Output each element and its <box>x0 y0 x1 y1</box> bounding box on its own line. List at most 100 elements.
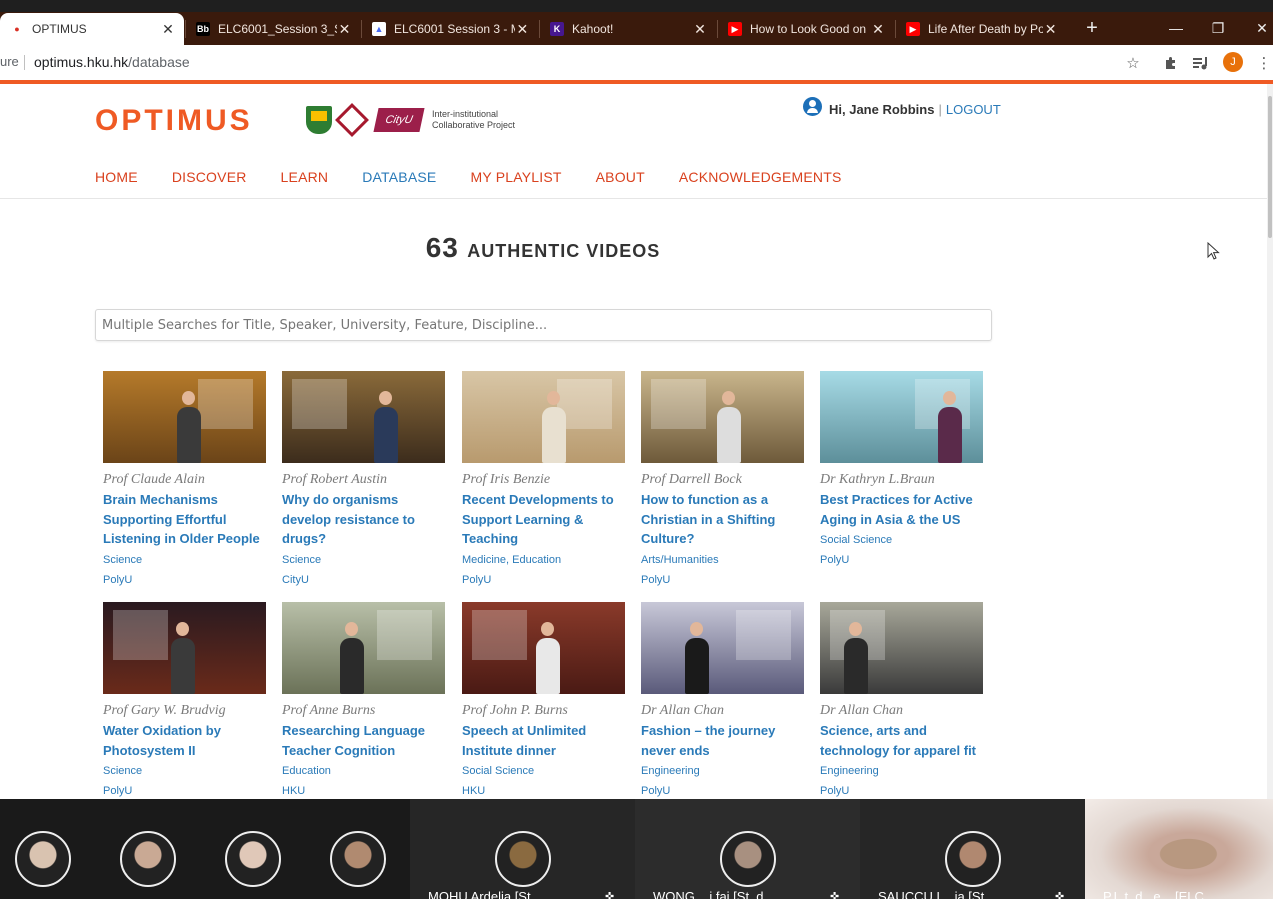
video-card[interactable]: Prof Anne Burns Researching Language Teac… <box>282 602 445 799</box>
discipline-tag[interactable]: Arts/Humanities <box>641 550 804 570</box>
video-title-link[interactable]: How to function as a Christian in a Shif… <box>641 490 804 549</box>
search-input[interactable] <box>95 309 992 341</box>
discipline-tag[interactable]: Science <box>103 550 266 570</box>
university-tag[interactable]: PolyU <box>820 781 983 799</box>
nav-learn[interactable]: LEARN <box>281 169 329 185</box>
participant-avatar[interactable] <box>945 831 1001 887</box>
close-tab-icon[interactable]: ✕ <box>160 21 176 38</box>
participant-avatar[interactable] <box>15 831 71 887</box>
participant-avatar[interactable] <box>330 831 386 887</box>
participant-video[interactable] <box>1085 799 1273 899</box>
participant-avatar[interactable] <box>120 831 176 887</box>
video-card[interactable]: Prof Robert Austin Why do organisms devel… <box>282 371 445 590</box>
video-title-link[interactable]: Best Practices for Active Aging in Asia … <box>820 490 983 529</box>
video-title-link[interactable]: Science, arts and technology for apparel… <box>820 721 983 760</box>
page-scrollbar-thumb[interactable] <box>1268 96 1272 238</box>
participant-avatar[interactable] <box>495 831 551 887</box>
video-title-link[interactable]: Why do organisms develop resistance to d… <box>282 490 445 549</box>
browser-tab[interactable]: ▶ How to Look Good on ✕ <box>718 13 894 45</box>
video-thumbnail[interactable] <box>641 371 804 463</box>
browser-tab[interactable]: ▲ ELC6001 Session 3 - M ✕ <box>362 13 538 45</box>
url-field[interactable]: optimus.hku.hk/database <box>34 54 190 70</box>
discipline-tag[interactable]: Social Science <box>462 761 625 781</box>
participant-avatar[interactable] <box>225 831 281 887</box>
video-title-link[interactable]: Fashion – the journey never ends <box>641 721 804 760</box>
video-thumbnail[interactable] <box>462 602 625 694</box>
partners-caption: Inter-institutional Collaborative Projec… <box>432 109 515 131</box>
close-tab-icon[interactable]: ✕ <box>870 21 886 38</box>
video-card[interactable]: Dr Allan Chan Fashion – the journey never… <box>641 602 804 799</box>
video-title-link[interactable]: Researching Language Teacher Cognition <box>282 721 445 760</box>
speaker-head <box>345 622 358 636</box>
browser-tab[interactable]: ▶ Life After Death by Pow ✕ <box>896 13 1066 45</box>
close-tab-icon[interactable]: ✕ <box>515 21 530 38</box>
close-window-icon[interactable]: ✕ <box>1240 13 1273 43</box>
maximize-icon[interactable]: ❐ <box>1196 13 1240 43</box>
university-tag[interactable]: PolyU <box>103 570 266 590</box>
nav-home[interactable]: HOME <box>95 169 138 185</box>
browser-menu-icon[interactable]: ⋮ <box>1253 52 1273 74</box>
video-title-link[interactable]: Water Oxidation by Photosystem II <box>103 721 266 760</box>
video-card[interactable]: Prof Claude Alain Brain Mechanisms Suppor… <box>103 371 266 590</box>
discipline-tag[interactable]: Medicine, Education <box>462 550 625 570</box>
video-card[interactable]: Prof Iris Benzie Recent Developments to S… <box>462 371 625 590</box>
tab-title: ELC6001 Session 3 - M <box>394 22 515 36</box>
university-tag[interactable]: PolyU <box>820 550 983 570</box>
university-tag[interactable]: PolyU <box>641 570 804 590</box>
speaker-figure <box>938 407 962 463</box>
divider: | <box>938 102 942 117</box>
university-tag[interactable]: HKU <box>462 781 625 799</box>
browser-tab[interactable]: Bb ELC6001_Session 3_St ✕ <box>186 13 360 45</box>
video-thumbnail[interactable] <box>103 602 266 694</box>
minimize-icon[interactable]: — <box>1154 13 1198 43</box>
extensions-puzzle-icon[interactable] <box>1160 52 1182 74</box>
video-title-link[interactable]: Recent Developments to Support Learning … <box>462 490 625 549</box>
video-thumbnail[interactable] <box>103 371 266 463</box>
nav-acknowledgements[interactable]: ACKNOWLEDGEMENTS <box>679 169 842 185</box>
close-tab-icon[interactable]: ✕ <box>337 21 352 38</box>
video-card[interactable]: Dr Kathryn L.Braun Best Practices for Act… <box>820 371 983 570</box>
video-card[interactable]: Prof Gary W. Brudvig Water Oxidation by P… <box>103 602 266 799</box>
nav-database[interactable]: DATABASE <box>362 169 436 185</box>
discipline-tag[interactable]: Science <box>282 550 445 570</box>
nav-about[interactable]: ABOUT <box>596 169 645 185</box>
video-thumbnail[interactable] <box>282 371 445 463</box>
logout-link[interactable]: LOGOUT <box>946 102 1001 117</box>
university-tag[interactable]: PolyU <box>641 781 804 799</box>
video-card[interactable]: Prof John P. Burns Speech at Unlimited In… <box>462 602 625 799</box>
browser-tab[interactable]: K Kahoot! ✕ <box>540 13 716 45</box>
university-tag[interactable]: HKU <box>282 781 445 799</box>
video-thumbnail[interactable] <box>820 602 983 694</box>
projection-screen <box>292 379 347 429</box>
optimus-logo[interactable]: OPTIMUS <box>95 104 253 138</box>
video-title-link[interactable]: Speech at Unlimited Institute dinner <box>462 721 625 760</box>
video-thumbnail[interactable] <box>462 371 625 463</box>
nav-my-playlist[interactable]: MY PLAYLIST <box>470 169 561 185</box>
university-tag[interactable]: PolyU <box>103 781 266 799</box>
video-title-link[interactable]: Brain Mechanisms Supporting Effortful Li… <box>103 490 266 549</box>
video-card[interactable]: Dr Allan Chan Science, arts and technolog… <box>820 602 983 799</box>
discipline-tag[interactable]: Engineering <box>641 761 804 781</box>
university-tag[interactable]: CityU <box>282 570 445 590</box>
bookmark-star-icon[interactable]: ☆ <box>1122 52 1144 74</box>
video-thumbnail[interactable] <box>641 602 804 694</box>
browser-tab[interactable]: ● OPTIMUS ✕ <box>0 13 184 45</box>
speaker-figure <box>536 638 560 694</box>
close-tab-icon[interactable]: ✕ <box>1043 21 1058 38</box>
close-tab-icon[interactable]: ✕ <box>692 21 708 38</box>
university-tag[interactable]: PolyU <box>462 570 625 590</box>
profile-avatar[interactable]: J <box>1223 52 1243 72</box>
video-thumbnail[interactable] <box>282 602 445 694</box>
discipline-tag[interactable]: Education <box>282 761 445 781</box>
speaker-figure <box>171 638 195 694</box>
video-card[interactable]: Prof Darrell Bock How to function as a Ch… <box>641 371 804 590</box>
video-thumbnail[interactable] <box>820 371 983 463</box>
participant-avatar[interactable] <box>720 831 776 887</box>
nav-discover[interactable]: DISCOVER <box>172 169 247 185</box>
webpage: OPTIMUS CityU Inter-institutional Collab… <box>0 84 1267 799</box>
media-control-icon[interactable] <box>1190 52 1212 74</box>
discipline-tag[interactable]: Engineering <box>820 761 983 781</box>
discipline-tag[interactable]: Social Science <box>820 530 983 550</box>
discipline-tag[interactable]: Science <box>103 761 266 781</box>
new-tab-button[interactable]: + <box>1080 16 1104 40</box>
